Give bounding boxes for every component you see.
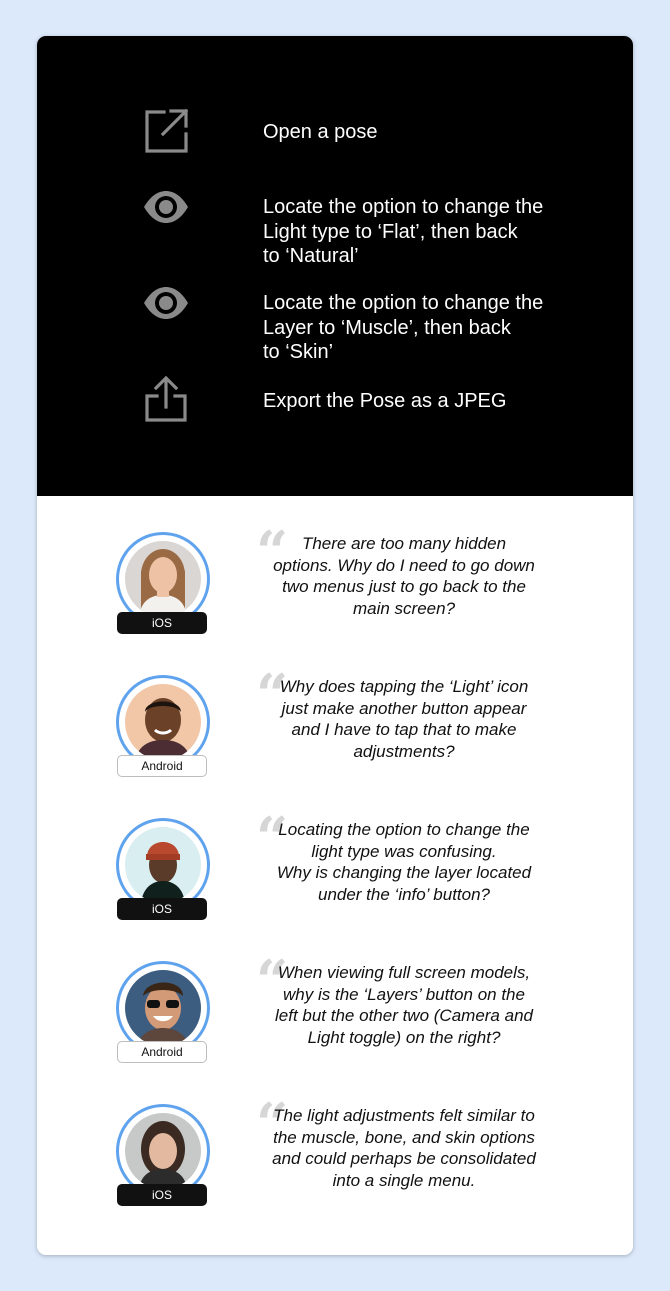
eye-icon xyxy=(141,182,191,232)
feedback-item: Android “ When viewing full screen model… xyxy=(37,953,633,1081)
platform-badge: iOS xyxy=(117,612,207,634)
feedback-item: iOS “ There are too many hidden options.… xyxy=(37,524,633,652)
platform-badge: iOS xyxy=(117,1184,207,1206)
task-text: Locate the option to change the Layer to… xyxy=(263,292,544,363)
task-text: Locate the option to change the Light ty… xyxy=(263,196,544,267)
external-link-icon xyxy=(141,106,191,156)
user-photo-icon xyxy=(125,684,201,760)
feedback-item: Android “ Why does tapping the ‘Light’ i… xyxy=(37,667,633,795)
feedback-item: iOS “ The light adjustments felt similar… xyxy=(37,1096,633,1224)
feedback-item: iOS “ Locating the option to change the … xyxy=(37,810,633,938)
feedback-quote: Why does tapping the ‘Light’ icon just m… xyxy=(279,677,529,762)
usability-card: Open a pose Locate the option to change … xyxy=(37,36,633,1255)
avatar: Android xyxy=(116,675,210,777)
avatar: iOS xyxy=(116,1104,210,1206)
task-list: Open a pose Locate the option to change … xyxy=(37,36,633,496)
platform-badge: Android xyxy=(117,1041,207,1063)
feedback-quote: Locating the option to change the light … xyxy=(276,820,532,905)
avatar: iOS xyxy=(116,532,210,634)
user-photo-icon xyxy=(125,1113,201,1189)
feedback-quote: The light adjustments felt similar to th… xyxy=(272,1106,536,1191)
platform-badge: Android xyxy=(117,755,207,777)
share-upload-icon xyxy=(141,374,191,424)
avatar: iOS xyxy=(116,818,210,920)
feedback-quote: When viewing full screen models, why is … xyxy=(275,963,533,1048)
user-photo-icon xyxy=(125,541,201,617)
task-text: Open a pose xyxy=(263,121,378,143)
avatar: Android xyxy=(116,961,210,1063)
eye-icon xyxy=(141,278,191,328)
user-photo-icon xyxy=(125,827,201,903)
feedback-quote: There are too many hidden options. Why d… xyxy=(273,534,535,619)
user-photo-icon xyxy=(125,970,201,1046)
platform-badge: iOS xyxy=(117,898,207,920)
task-text: Export the Pose as a JPEG xyxy=(263,390,507,412)
feedback-list: iOS “ There are too many hidden options.… xyxy=(37,496,633,1255)
